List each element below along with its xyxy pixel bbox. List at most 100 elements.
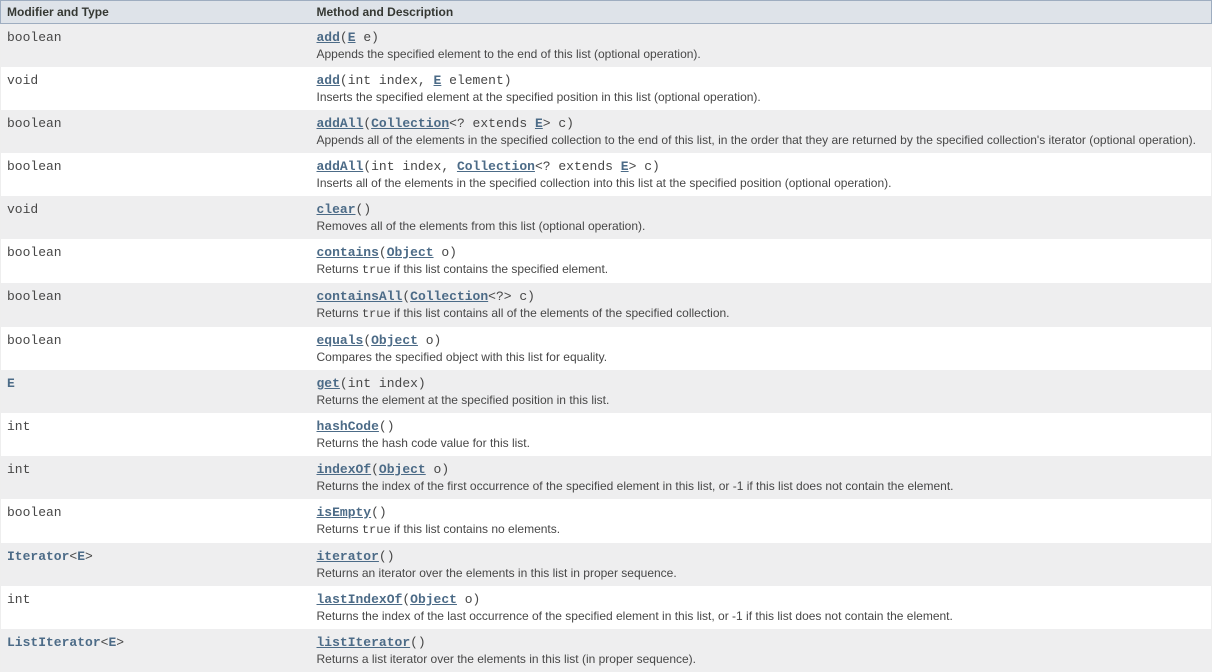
header-modifier: Modifier and Type — [1, 1, 311, 24]
modifier-text: int — [7, 462, 30, 477]
sig-text: () — [410, 635, 426, 650]
sig-text: > c) — [543, 116, 574, 131]
sig-text: element) — [441, 73, 511, 88]
modifier-text: boolean — [7, 159, 62, 174]
method-signature: get(int index) — [317, 376, 426, 391]
method-cell: get(int index) Returns the element at the… — [311, 370, 1212, 413]
method-cell: indexOf(Object o) Returns the index of th… — [311, 456, 1212, 499]
desc-text: if this list contains all of the element… — [391, 306, 730, 320]
method-name-link[interactable]: add — [317, 30, 340, 45]
sig-text: > c) — [629, 159, 660, 174]
modifier-text: void — [7, 202, 38, 217]
desc-text: Returns the element at the specified pos… — [317, 393, 610, 407]
sig-text: () — [379, 419, 395, 434]
type-link[interactable]: E — [535, 116, 543, 131]
modifier-text: int — [7, 592, 30, 607]
method-name-link[interactable]: isEmpty — [317, 505, 372, 520]
method-cell: addAll(int index, Collection<? extends E… — [311, 153, 1212, 196]
sig-text: e) — [356, 30, 379, 45]
inline-code: true — [362, 307, 391, 321]
method-signature: clear() — [317, 202, 372, 217]
sig-text: (int index, — [363, 159, 457, 174]
method-description: Returns the index of the first occurrenc… — [317, 479, 1206, 493]
method-description: Returns the element at the specified pos… — [317, 393, 1206, 407]
method-signature: listIterator() — [317, 635, 426, 650]
method-name-link[interactable]: add — [317, 73, 340, 88]
table-row: int lastIndexOf(Object o)Returns the inde… — [1, 586, 1212, 629]
method-signature: iterator() — [317, 549, 395, 564]
method-name-link[interactable]: clear — [317, 202, 356, 217]
method-name-link[interactable]: lastIndexOf — [317, 592, 403, 607]
method-summary-table: Modifier and Type Method and Description… — [0, 0, 1212, 672]
type-link[interactable]: E — [77, 549, 85, 564]
method-description: Returns true if this list contains all o… — [317, 306, 1206, 321]
sig-text: (int index) — [340, 376, 426, 391]
method-name-link[interactable]: hashCode — [317, 419, 379, 434]
sig-text: ( — [402, 289, 410, 304]
sig-text: o) — [418, 333, 441, 348]
method-cell: lastIndexOf(Object o)Returns the index o… — [311, 586, 1212, 629]
method-description: Returns a list iterator over the element… — [317, 652, 1206, 666]
modifier-cell: E — [1, 370, 311, 413]
type-link[interactable]: ListIterator — [7, 635, 101, 650]
type-link[interactable]: Iterator — [7, 549, 69, 564]
method-name-link[interactable]: get — [317, 376, 340, 391]
method-name-link[interactable]: addAll — [317, 116, 364, 131]
modifier-cell: boolean — [1, 499, 311, 543]
method-name-link[interactable]: iterator — [317, 549, 379, 564]
sig-text: ( — [379, 245, 387, 260]
type-link[interactable]: Object — [371, 333, 418, 348]
type-link[interactable]: Object — [379, 462, 426, 477]
desc-text: Returns the index of the last occurrence… — [317, 609, 953, 623]
method-cell: hashCode() Returns the hash code value fo… — [311, 413, 1212, 456]
type-link[interactable]: Object — [387, 245, 434, 260]
modifier-text: > — [85, 549, 93, 564]
sig-text: ( — [363, 116, 371, 131]
modifier-cell: boolean — [1, 153, 311, 196]
header-method: Method and Description — [311, 1, 1212, 24]
sig-text: <? extends — [449, 116, 535, 131]
modifier-cell: boolean — [1, 327, 311, 370]
desc-text: Returns — [317, 522, 362, 536]
type-link[interactable]: Collection — [410, 289, 488, 304]
desc-text: Returns the hash code value for this lis… — [317, 436, 530, 450]
method-description: Appends the specified element to the end… — [317, 47, 1206, 61]
method-signature: add(int index, E element) — [317, 73, 512, 88]
modifier-cell: Iterator<E> — [1, 543, 311, 586]
method-name-link[interactable]: listIterator — [317, 635, 411, 650]
method-name-link[interactable]: addAll — [317, 159, 364, 174]
method-name-link[interactable]: contains — [317, 245, 379, 260]
method-signature: contains(Object o) — [317, 245, 457, 260]
method-name-link[interactable]: indexOf — [317, 462, 372, 477]
type-link[interactable]: Object — [410, 592, 457, 607]
type-link[interactable]: Collection — [457, 159, 535, 174]
table-row: booleanisEmpty()Returns true if this lis… — [1, 499, 1212, 543]
method-cell: listIterator() Returns a list iterator ov… — [311, 629, 1212, 672]
sig-text: () — [379, 549, 395, 564]
sig-text: o) — [434, 245, 457, 260]
modifier-cell: ListIterator<E> — [1, 629, 311, 672]
modifier-cell: boolean — [1, 24, 311, 68]
modifier-cell: int — [1, 456, 311, 499]
sig-text: <?> c) — [488, 289, 535, 304]
desc-text: if this list contains no elements. — [391, 522, 560, 536]
method-name-link[interactable]: containsAll — [317, 289, 403, 304]
desc-text: Returns a list iterator over the element… — [317, 652, 697, 666]
method-signature: containsAll(Collection<?> c) — [317, 289, 535, 304]
desc-text: Inserts the specified element at the spe… — [317, 90, 761, 104]
method-cell: clear() Removes all of the elements from … — [311, 196, 1212, 239]
method-cell: add(E e)Appends the specified element to… — [311, 24, 1212, 68]
method-signature: indexOf(Object o) — [317, 462, 450, 477]
type-link[interactable]: E — [108, 635, 116, 650]
method-cell: iterator()Returns an iterator over the e… — [311, 543, 1212, 586]
desc-text: Removes all of the elements from this li… — [317, 219, 646, 233]
modifier-text: int — [7, 419, 30, 434]
type-link[interactable]: Collection — [371, 116, 449, 131]
table-row: void clear() Removes all of the elements f… — [1, 196, 1212, 239]
method-signature: equals(Object o) — [317, 333, 442, 348]
type-link[interactable]: E — [621, 159, 629, 174]
type-link[interactable]: E — [348, 30, 356, 45]
method-name-link[interactable]: equals — [317, 333, 364, 348]
modifier-cell: void — [1, 67, 311, 110]
type-link[interactable]: E — [7, 376, 15, 391]
